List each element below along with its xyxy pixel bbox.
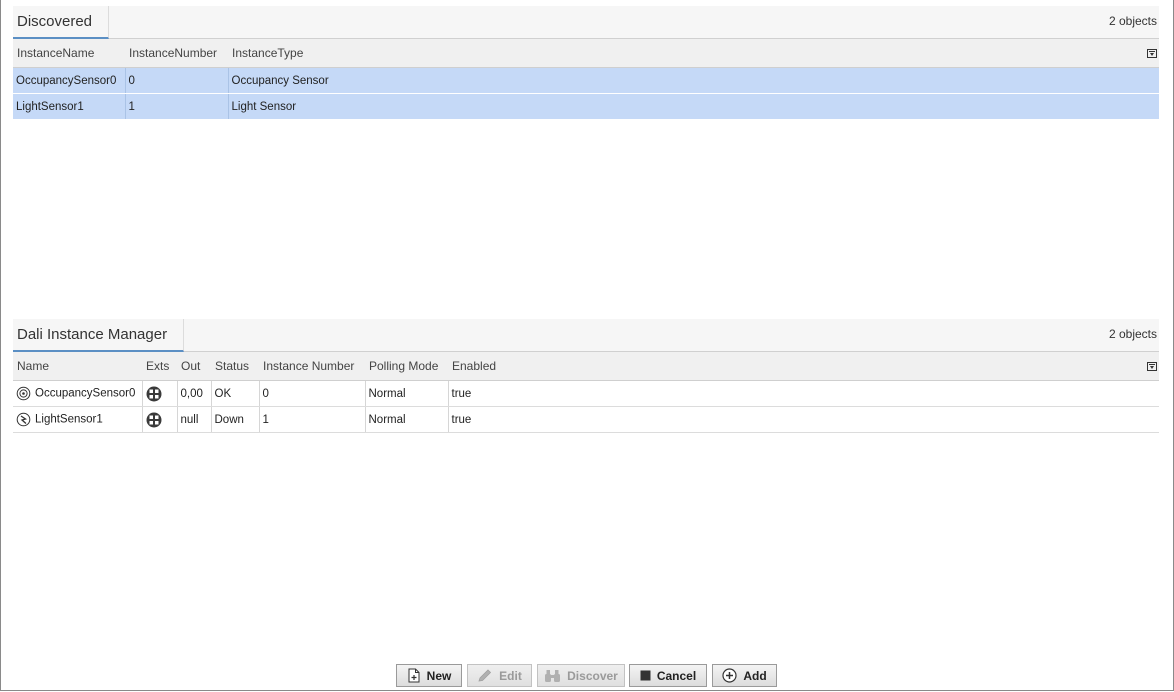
- new-button-label: New: [426, 668, 452, 683]
- table-options-icon: [1147, 49, 1157, 58]
- table-options-button[interactable]: [1145, 39, 1159, 68]
- row-name-label: OccupancySensor0: [35, 387, 136, 400]
- table-row[interactable]: LightSensor1 null Down 1 Normal true: [13, 406, 1159, 433]
- cell-polling-mode: Normal: [365, 380, 449, 407]
- discovered-pane: Discovered 2 objects InstanceName Instan…: [13, 6, 1159, 120]
- cell-instance-type: Light Sensor: [228, 93, 1159, 120]
- new-document-icon: [408, 668, 420, 683]
- discovered-header: Discovered 2 objects: [13, 6, 1159, 39]
- row-name-label: LightSensor1: [35, 413, 103, 426]
- cancel-button[interactable]: Cancel: [629, 664, 707, 687]
- cell-instance-name: OccupancySensor0: [13, 67, 126, 94]
- cell-instance-type: Occupancy Sensor: [228, 67, 1159, 94]
- column-header-instance-number[interactable]: InstanceNumber: [125, 39, 228, 68]
- table-row[interactable]: OccupancySensor0 0 Occupancy Sensor: [13, 67, 1159, 94]
- cell-enabled: true: [448, 380, 1159, 407]
- edit-button[interactable]: Edit: [467, 664, 532, 687]
- table-row[interactable]: LightSensor1 1 Light Sensor: [13, 93, 1159, 120]
- light-sensor-icon: [16, 412, 31, 427]
- cell-instance-number: 1: [125, 93, 229, 120]
- column-header-polling-mode[interactable]: Polling Mode: [365, 352, 448, 381]
- discover-button-label: Discover: [567, 668, 618, 683]
- add-circle-icon: [722, 668, 737, 683]
- discovered-count: 2 objects: [1108, 14, 1157, 28]
- binoculars-icon: [545, 669, 561, 682]
- edit-button-label: Edit: [499, 668, 522, 683]
- cell-instance-number: 0: [125, 67, 229, 94]
- column-header-enabled[interactable]: Enabled: [448, 352, 1145, 381]
- cancel-button-label: Cancel: [656, 668, 697, 683]
- occupancy-sensor-icon: [16, 386, 31, 401]
- column-header-instance-name[interactable]: InstanceName: [13, 39, 125, 68]
- manager-table: Name Exts Out Status Instance Number Pol…: [13, 352, 1159, 433]
- cell-instance-number: 1: [259, 406, 366, 433]
- cell-polling-mode: Normal: [365, 406, 449, 433]
- cell-out: 0,00: [177, 380, 212, 407]
- cell-instance-name: LightSensor1: [13, 93, 126, 120]
- cell-instance-number: 0: [259, 380, 366, 407]
- table-options-button[interactable]: [1145, 352, 1159, 381]
- add-button-label: Add: [743, 668, 767, 683]
- manager-header: Dali Instance Manager 2 objects: [13, 319, 1159, 352]
- cell-name: LightSensor1: [13, 406, 143, 433]
- cell-status: OK: [211, 380, 260, 407]
- stop-icon: [640, 670, 651, 681]
- pencil-icon: [478, 668, 492, 681]
- exts-icon: [146, 386, 161, 401]
- exts-icon: [146, 412, 161, 427]
- window-frame: Discovered 2 objects InstanceName Instan…: [0, 0, 1174, 691]
- cell-status: Down: [211, 406, 260, 433]
- manager-pane: Dali Instance Manager 2 objects Name Ext…: [13, 319, 1159, 433]
- column-header-out[interactable]: Out: [177, 352, 211, 381]
- column-header-instance-number[interactable]: Instance Number: [259, 352, 365, 381]
- cell-out: null: [177, 406, 212, 433]
- discover-button[interactable]: Discover: [537, 664, 625, 687]
- column-header-status[interactable]: Status: [211, 352, 259, 381]
- column-header-name[interactable]: Name: [13, 352, 142, 381]
- cell-name: OccupancySensor0: [13, 380, 143, 407]
- table-row[interactable]: OccupancySensor0 0,00 OK 0 Normal true: [13, 380, 1159, 407]
- cell-enabled: true: [448, 406, 1159, 433]
- table-options-icon: [1147, 362, 1157, 371]
- manager-count: 2 objects: [1108, 327, 1157, 341]
- discovered-table: InstanceName InstanceNumber InstanceType…: [13, 39, 1159, 120]
- column-header-instance-type[interactable]: InstanceType: [228, 39, 1145, 68]
- cell-exts[interactable]: [142, 380, 178, 407]
- new-button[interactable]: New: [396, 664, 462, 687]
- column-header-exts[interactable]: Exts: [142, 352, 177, 381]
- discovered-tab[interactable]: Discovered: [13, 6, 110, 39]
- add-button[interactable]: Add: [712, 664, 777, 687]
- manager-tab[interactable]: Dali Instance Manager: [13, 319, 185, 352]
- cell-exts[interactable]: [142, 406, 178, 433]
